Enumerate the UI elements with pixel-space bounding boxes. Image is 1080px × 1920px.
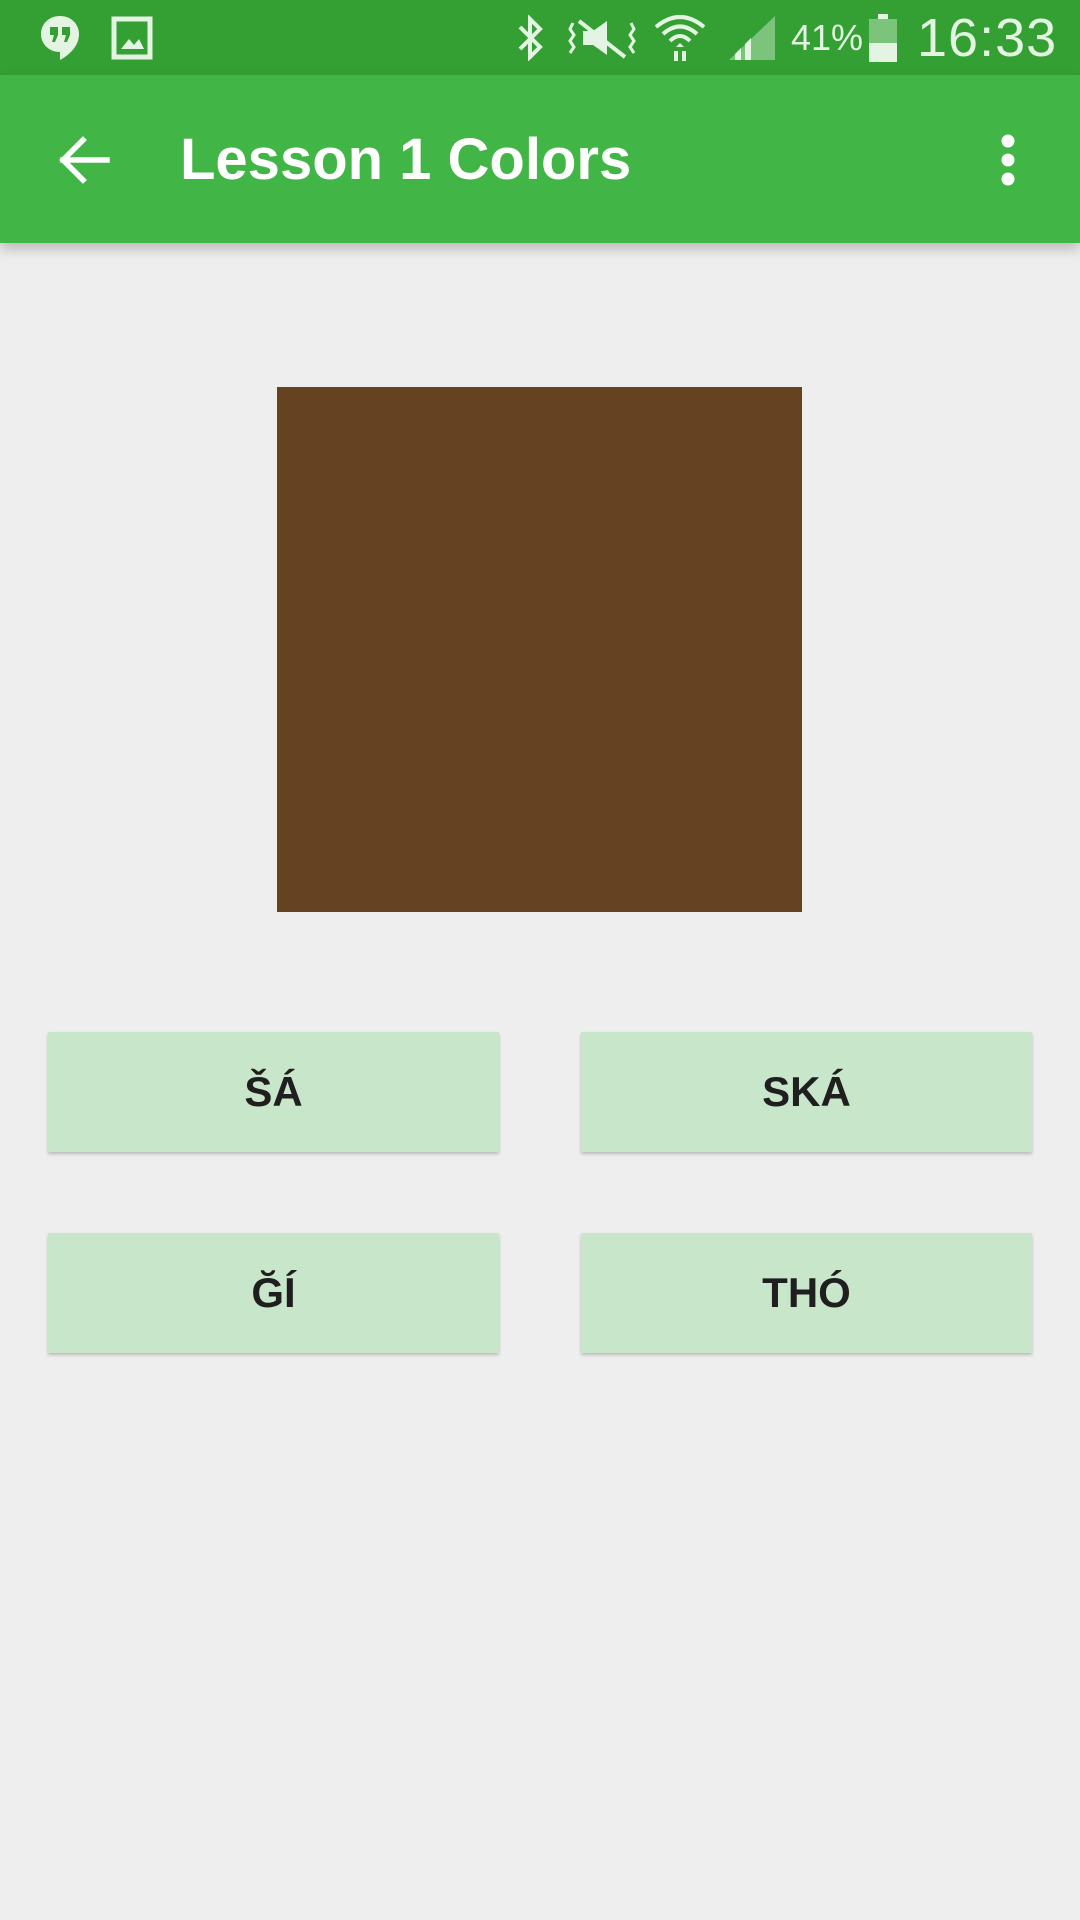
answer-button-2[interactable]: SKÁ [581, 1032, 1032, 1152]
answer-button-3[interactable]: ĞÍ [48, 1233, 499, 1353]
color-swatch [277, 387, 802, 912]
battery-percentage: 41% [791, 16, 864, 58]
answer-button-1[interactable]: ŠÁ [48, 1032, 499, 1152]
signal-icon [726, 0, 778, 75]
hangouts-icon [36, 0, 84, 75]
status-clock: 16:33 [917, 7, 1058, 68]
battery-icon [866, 0, 900, 75]
arrow-back-icon [59, 136, 110, 184]
status-bar: 41% 16:33 [0, 0, 1080, 75]
vibrate-mute-icon [566, 0, 638, 75]
app-bar: Lesson 1 Colors [0, 75, 1080, 243]
gallery-icon [110, 0, 154, 75]
more-options-button[interactable] [968, 115, 1048, 205]
more-vert-icon [1001, 134, 1015, 186]
answer-button-4[interactable]: THÓ [581, 1233, 1032, 1353]
page-title: Lesson 1 Colors [180, 126, 632, 192]
wifi-icon [652, 0, 708, 75]
bluetooth-icon [510, 0, 550, 75]
back-button[interactable] [36, 115, 132, 205]
